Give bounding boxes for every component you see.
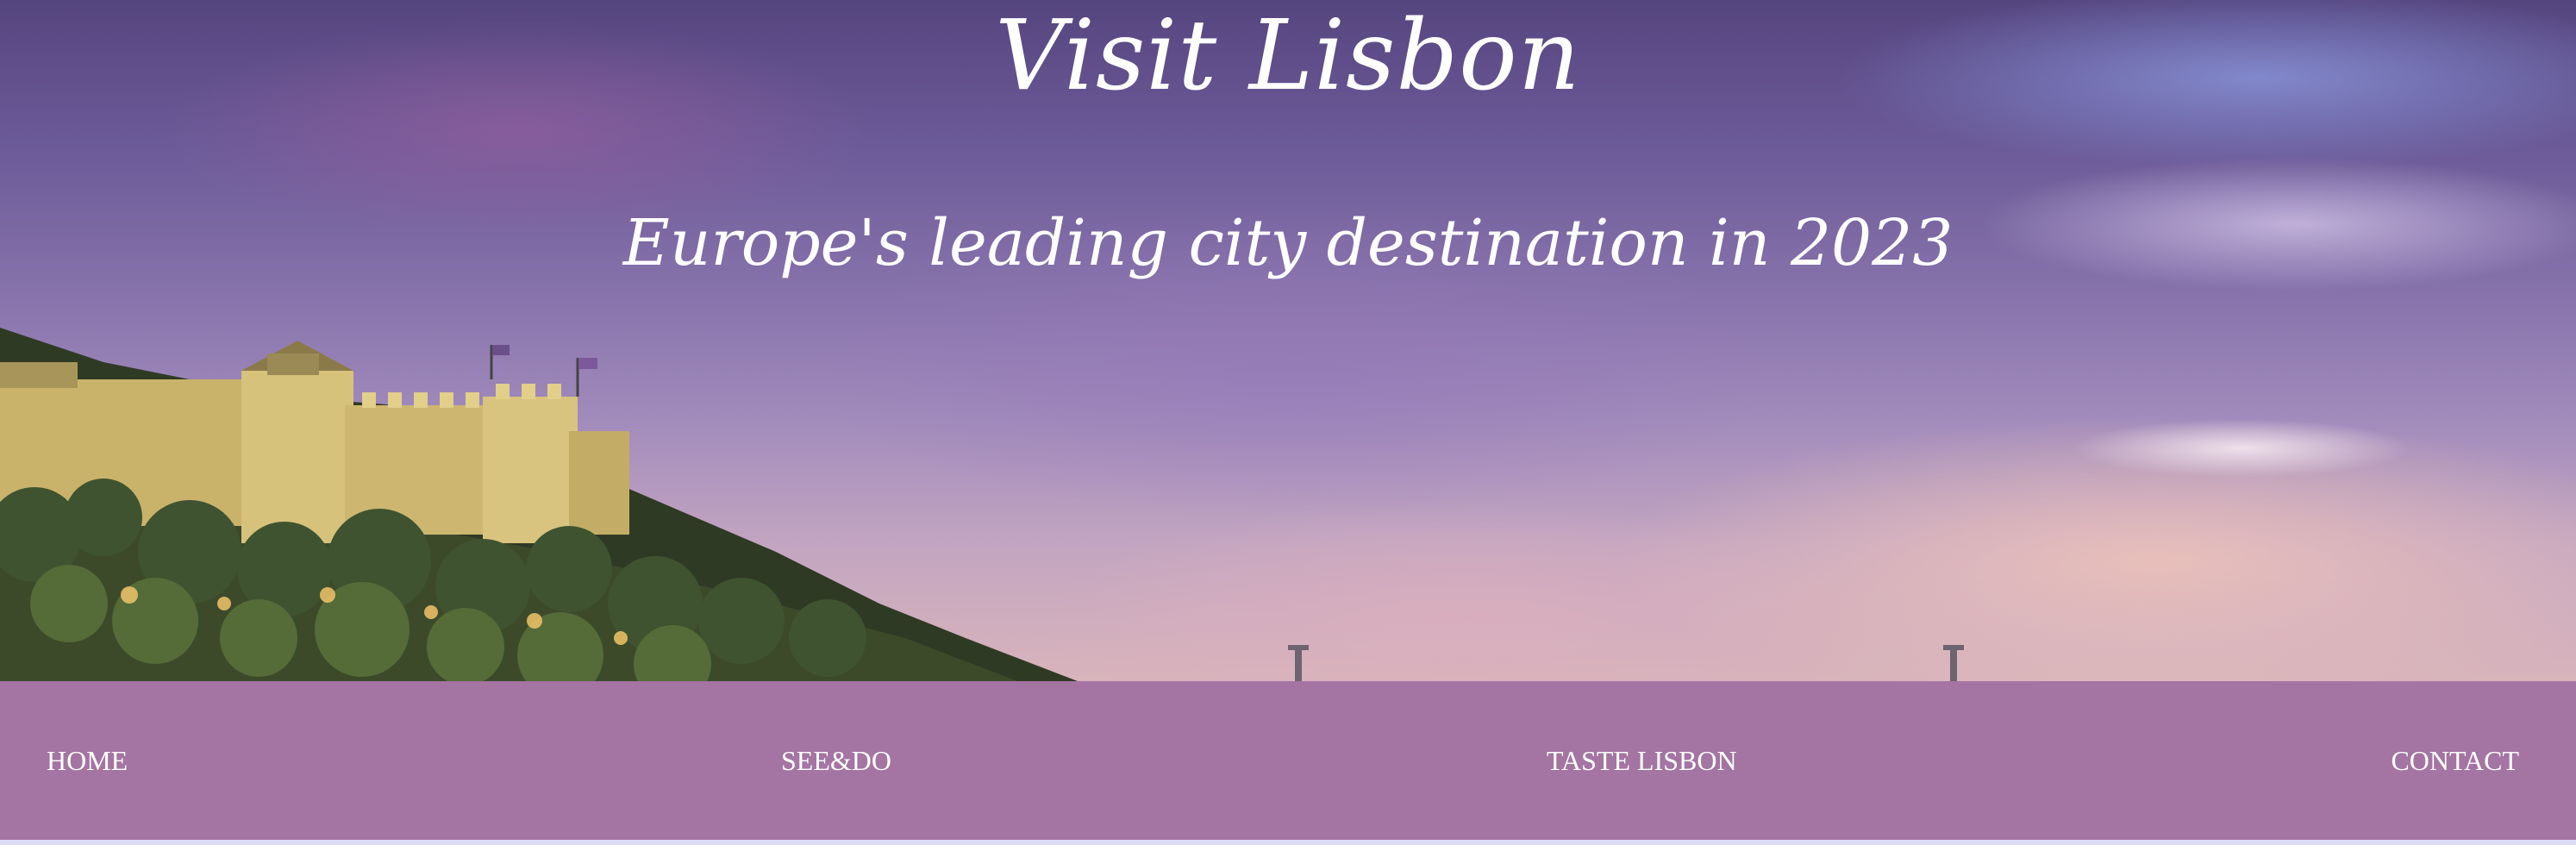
nav-item-home[interactable]: HOME [47, 681, 128, 840]
hero-banner: Visit Lisbon Europe's leading city desti… [0, 0, 2576, 681]
page-background-strip [0, 840, 2576, 845]
page: Visit Lisbon Europe's leading city desti… [0, 0, 2576, 845]
hero-title: Visit Lisbon [995, 0, 1581, 112]
hero-subtitle: Europe's leading city destination in 202… [622, 206, 1954, 280]
nav-item-taste-lisbon[interactable]: TASTE LISBON [1547, 681, 1737, 840]
nav-item-see-do[interactable]: SEE&DO [781, 681, 891, 840]
main-navbar: HOME SEE&DO TASTE LISBON CONTACT [0, 681, 2576, 840]
nav-item-contact[interactable]: CONTACT [2391, 681, 2519, 840]
